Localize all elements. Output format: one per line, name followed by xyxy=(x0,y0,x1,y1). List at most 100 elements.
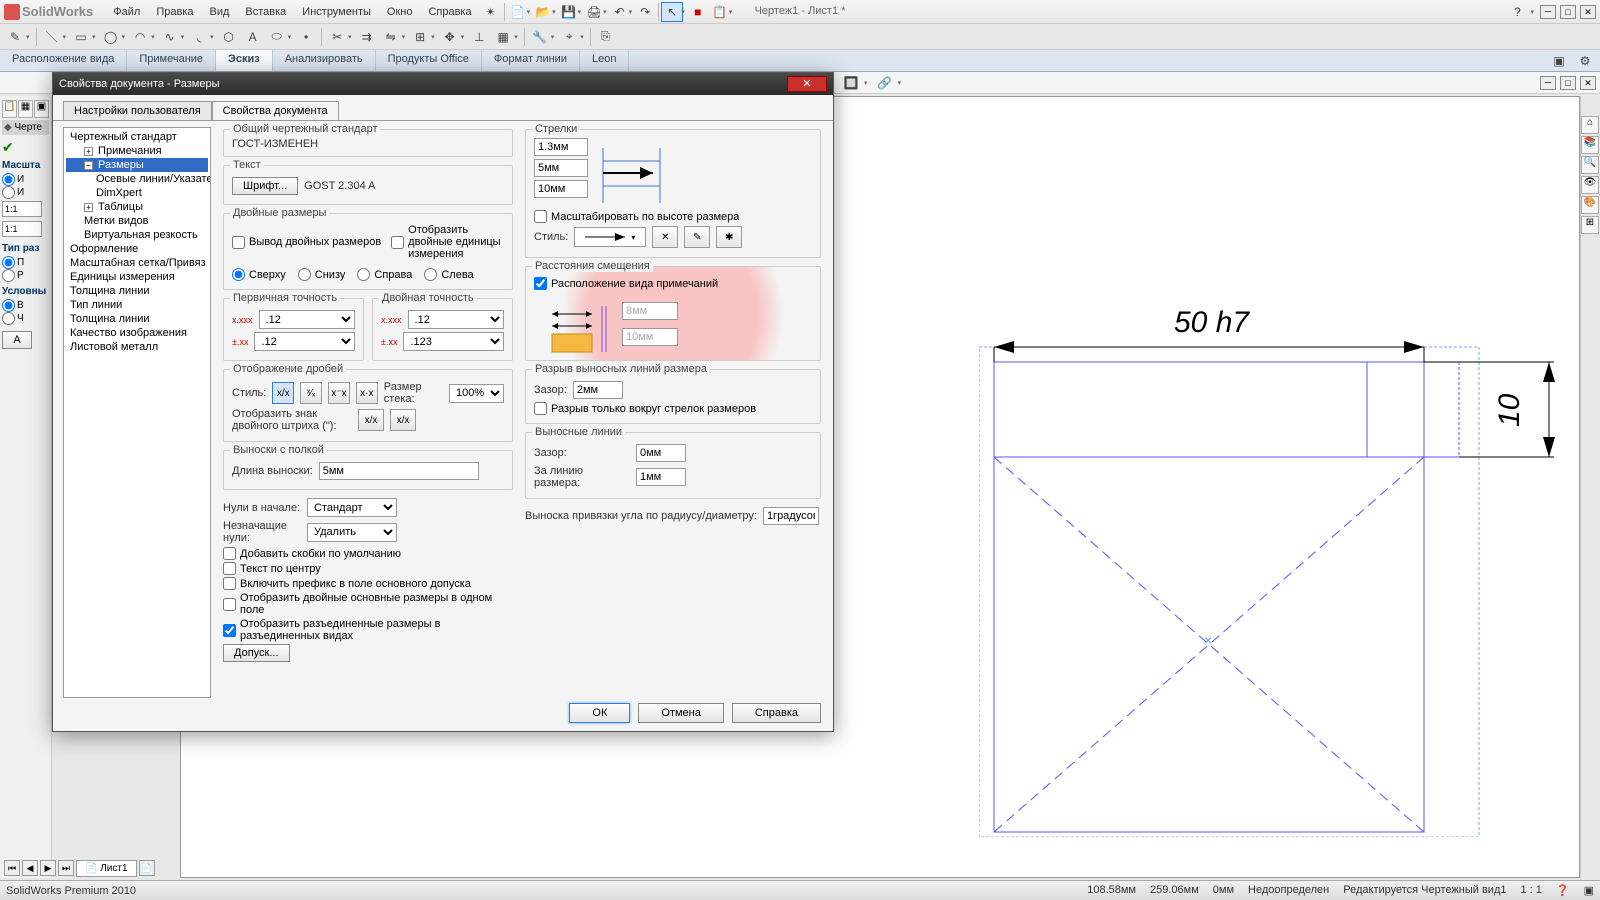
polygon-icon[interactable]: ⬡ xyxy=(218,27,240,47)
sketch-tool-icon[interactable]: ✎ xyxy=(4,27,26,47)
input-radial-snap[interactable] xyxy=(763,507,819,525)
redo-icon[interactable]: ↷ xyxy=(634,2,656,22)
sketch-exit-icon[interactable]: ⎘ xyxy=(595,27,617,47)
tree-annotations[interactable]: + Примечания xyxy=(66,144,208,158)
tree-dimensions[interactable]: − Размеры xyxy=(66,158,208,172)
input-arrow-3[interactable] xyxy=(534,180,588,198)
chk-show-dual[interactable]: Вывод двойных размеров xyxy=(232,224,381,260)
pm-thread-radio2[interactable]: Ч xyxy=(2,312,49,325)
point-icon[interactable]: • xyxy=(295,27,317,47)
spline-icon[interactable]: ∿ xyxy=(159,27,181,47)
sel-dual-prec1[interactable]: .12 xyxy=(408,310,504,329)
category-tree[interactable]: Чертежный стандарт + Примечания − Размер… xyxy=(63,127,211,698)
tree-line-type[interactable]: Тип линии xyxy=(66,298,208,312)
help-button[interactable]: Справка xyxy=(732,703,821,723)
tree-units[interactable]: Единицы измерения xyxy=(66,270,208,284)
quick-snap-icon[interactable]: ⌖ xyxy=(558,27,580,47)
cancel-button[interactable]: Отмена xyxy=(638,703,723,723)
move-icon[interactable]: ✥ xyxy=(439,27,461,47)
doc-maximize-button[interactable]: □ xyxy=(1560,76,1576,90)
ok-button[interactable]: ОК xyxy=(569,703,630,723)
frac-style-4-icon[interactable]: x·x xyxy=(356,382,378,404)
pm-ok-icon[interactable]: ✔ xyxy=(2,139,14,155)
fillet-icon[interactable]: ◟ xyxy=(188,27,210,47)
input-arrow-2[interactable] xyxy=(534,159,588,177)
tab-user-settings[interactable]: Настройки пользователя xyxy=(63,101,212,120)
menu-window[interactable]: Окно xyxy=(379,6,421,18)
frac-style-1-icon[interactable]: x/x xyxy=(272,382,294,404)
view-link-icon[interactable]: 🔗 xyxy=(874,73,896,93)
chk-dual-one-box[interactable]: Отобразить двойные основные размеры в од… xyxy=(223,592,513,616)
sheet-prev-icon[interactable]: ◀ xyxy=(22,860,38,876)
frac-style-2-icon[interactable]: ˣ⁄ₓ xyxy=(300,382,322,404)
tree-line-thickness2[interactable]: Толщина линии xyxy=(66,312,208,326)
tree-sheet-metal[interactable]: Листовой металл xyxy=(66,340,208,354)
sel-prim-prec2[interactable]: .12 xyxy=(254,332,355,351)
ellipse-icon[interactable]: ⬭ xyxy=(266,27,288,47)
sheet-first-icon[interactable]: ⏮ xyxy=(4,860,20,876)
frac-style-3-icon[interactable]: x⁻x xyxy=(328,382,350,404)
tp-appear-icon[interactable]: 🎨 xyxy=(1581,196,1599,214)
select-icon[interactable]: ↖ xyxy=(661,2,683,22)
rect-icon[interactable]: ▭ xyxy=(70,27,92,47)
arrow-opt1-icon[interactable]: ✕ xyxy=(652,226,678,248)
chk-scale-arrow[interactable]: Масштабировать по высоте размера xyxy=(534,210,812,223)
pm-tab2-icon[interactable]: ▦ xyxy=(18,100,33,118)
tp-search-icon[interactable]: 🔍 xyxy=(1581,156,1599,174)
tree-view-labels[interactable]: Метки видов xyxy=(66,214,208,228)
circle-icon[interactable]: ◯ xyxy=(100,27,122,47)
input-ext-gap[interactable] xyxy=(636,444,686,462)
chk-break-arrows-only[interactable]: Разрыв только вокруг стрелок размеров xyxy=(534,402,812,415)
constraint-icon[interactable]: ⊥ xyxy=(468,27,490,47)
trim-icon[interactable]: ✂ xyxy=(326,27,348,47)
tp-custom-icon[interactable]: ⊞ xyxy=(1581,216,1599,234)
help-q-icon[interactable]: ? xyxy=(1506,2,1528,22)
pm-tab3-icon[interactable]: ▣ xyxy=(34,100,49,118)
pm-type-radio1[interactable]: П xyxy=(2,256,49,269)
tree-line-thickness[interactable]: Толщина линии xyxy=(66,284,208,298)
arc-icon[interactable]: ◠ xyxy=(129,27,151,47)
chk-paren-default[interactable]: Добавить скобки по умолчанию xyxy=(223,547,513,560)
ribbon-options-icon[interactable]: ⚙ xyxy=(1574,51,1596,71)
dialog-close-button[interactable]: ✕ xyxy=(787,76,827,92)
status-opts-icon[interactable]: ▣ xyxy=(1584,884,1594,897)
line-icon[interactable]: ＼ xyxy=(41,27,63,47)
pm-type-radio2[interactable]: Р xyxy=(2,269,49,282)
menu-edit[interactable]: Правка xyxy=(148,6,201,18)
pattern-icon[interactable]: ⊞ xyxy=(409,27,431,47)
tp-lib-icon[interactable]: 📚 xyxy=(1581,136,1599,154)
input-break-gap[interactable] xyxy=(573,381,623,399)
open-doc-icon[interactable]: 📂 xyxy=(532,2,554,22)
status-ref-icon[interactable]: ❓ xyxy=(1556,884,1570,897)
tree-image-quality[interactable]: Качество изображения xyxy=(66,326,208,340)
tab-office[interactable]: Продукты Office xyxy=(376,50,482,71)
sel-arrow-style[interactable]: ▾ xyxy=(574,227,646,247)
text-icon[interactable]: A xyxy=(242,27,264,47)
radio-right[interactable]: Справа xyxy=(357,268,412,281)
mirror-icon[interactable]: ⇋ xyxy=(380,27,402,47)
tree-centerlines[interactable]: Осевые линии/Указател xyxy=(66,172,208,186)
chk-split-views[interactable]: Отобразить разъединенные размеры в разъе… xyxy=(223,618,513,642)
tp-view-icon[interactable]: 👁 xyxy=(1581,176,1599,194)
tolerance-button[interactable]: Допуск... xyxy=(223,644,290,662)
pm-scale-radio1[interactable]: И xyxy=(2,173,49,186)
sheet-tab-1[interactable]: 📄 Лист1 xyxy=(76,860,137,877)
chk-center-text[interactable]: Текст по центру xyxy=(223,562,513,575)
tree-virtual-sharp[interactable]: Виртуальная резкость xyxy=(66,228,208,242)
options-icon[interactable]: 📋 xyxy=(709,2,731,22)
sheet-add-icon[interactable]: 📄 xyxy=(139,860,155,876)
maximize-button[interactable]: □ xyxy=(1560,5,1576,19)
pm-edit-text-button[interactable]: A xyxy=(2,331,32,349)
menu-help[interactable]: Справка xyxy=(420,6,479,18)
font-button[interactable]: Шрифт... xyxy=(232,177,298,195)
tree-drafting-std[interactable]: Чертежный стандарт xyxy=(66,130,208,144)
close-button[interactable]: ✕ xyxy=(1580,5,1596,19)
radio-left[interactable]: Слева xyxy=(424,268,473,281)
arrow-opt2-icon[interactable]: ✎ xyxy=(684,226,710,248)
sel-stack-size[interactable]: 100% xyxy=(449,384,504,403)
chk-prefix-tol[interactable]: Включить префикс в поле основного допуск… xyxy=(223,577,513,590)
dblprime-style-2-icon[interactable]: x/x xyxy=(390,409,416,431)
chk-dual-units[interactable]: Отобразить двойные единицы измерения xyxy=(391,224,504,260)
menu-tools[interactable]: Инструменты xyxy=(294,6,379,18)
tab-evaluate[interactable]: Анализировать xyxy=(273,50,376,71)
